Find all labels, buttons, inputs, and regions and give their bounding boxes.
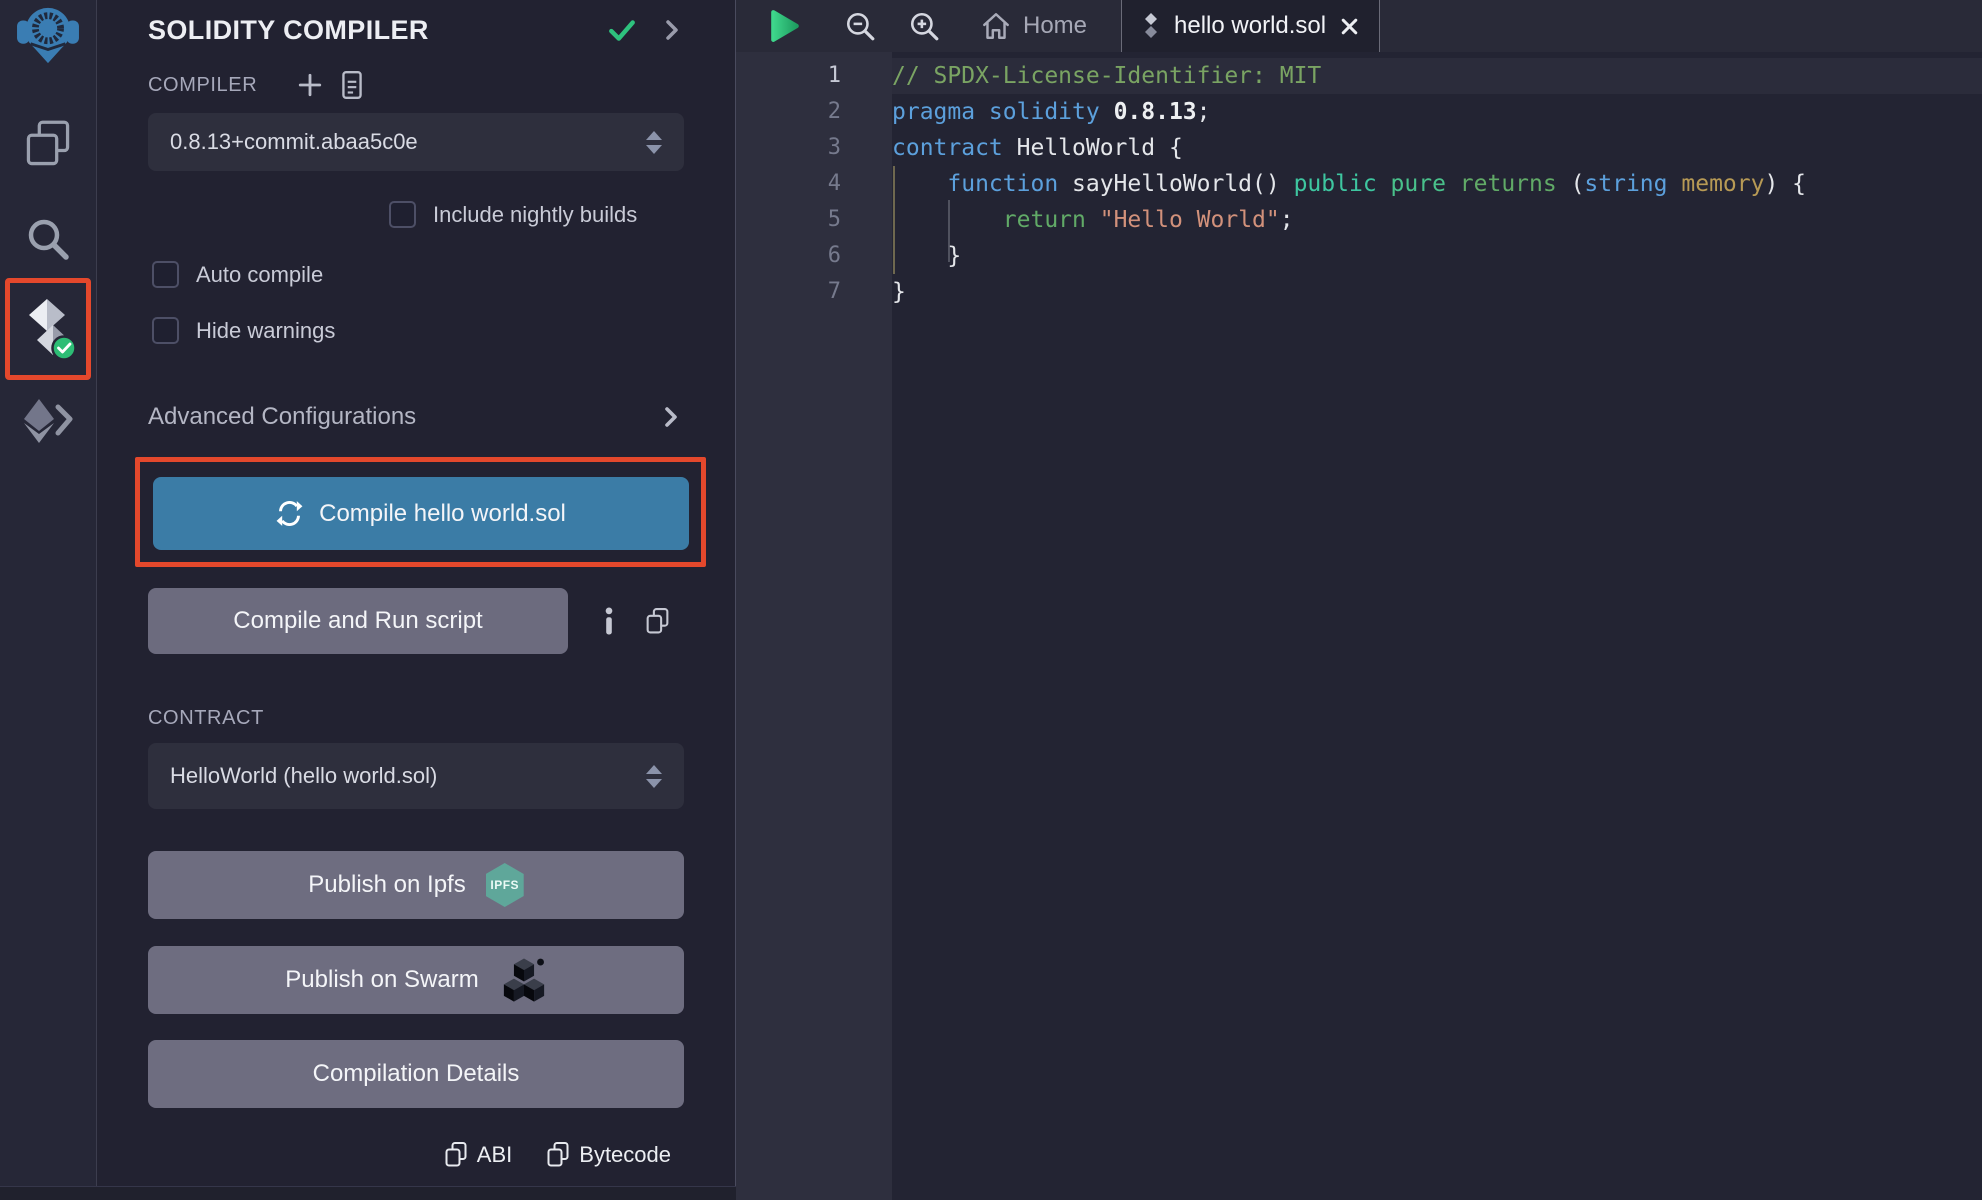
auto-compile-label[interactable]: Auto compile [196, 262, 323, 288]
compile-button[interactable]: Compile hello world.sol [153, 477, 689, 550]
highlight-box-compile-button: Compile hello world.sol [135, 457, 706, 567]
deploy-and-run-icon[interactable] [22, 397, 74, 445]
compilation-details-label: Compilation Details [313, 1060, 520, 1088]
compile-success-check-icon [606, 14, 638, 46]
line-number: 2 [736, 94, 892, 130]
compile-button-label: Compile hello world.sol [319, 500, 566, 528]
config-file-icon[interactable] [339, 70, 365, 100]
refresh-icon [276, 500, 303, 527]
panel-header: SOLIDITY COMPILER [148, 14, 684, 46]
code-lines-wrap[interactable]: // SPDX-License-Identifier: MITpragma so… [892, 52, 1982, 1200]
code-line: function sayHelloWorld() public pure ret… [892, 166, 1982, 202]
compile-and-run-label: Compile and Run script [233, 607, 482, 635]
nightly-builds-checkbox-row[interactable]: Include nightly builds [389, 201, 684, 228]
compiler-label-row: COMPILER [148, 70, 684, 100]
swarm-icon [501, 957, 547, 1003]
code-line: } [892, 274, 1982, 310]
icon-sidebar [0, 0, 97, 1200]
line-number: 3 [736, 130, 892, 166]
editor-area: Home hello world.sol 1234567 // [736, 0, 1982, 1200]
compiler-version-select[interactable]: 0.8.13+commit.abaa5c0e [148, 113, 684, 171]
select-carets-icon [646, 765, 662, 788]
advanced-configurations-label: Advanced Configurations [148, 403, 658, 431]
file-explorer-icon[interactable] [23, 119, 73, 169]
advanced-configurations-row[interactable]: Advanced Configurations [148, 403, 684, 431]
code-line: pragma solidity 0.8.13; [892, 94, 1982, 130]
run-script-play-icon[interactable] [770, 9, 800, 43]
hide-warnings-checkbox-row[interactable]: Hide warnings [152, 317, 684, 344]
editor-tabbar: Home hello world.sol [736, 0, 1982, 52]
code-line: } [892, 238, 1982, 274]
info-icon[interactable] [600, 607, 618, 635]
hide-warnings-label[interactable]: Hide warnings [196, 318, 335, 344]
code-line: return "Hello World"; [892, 202, 1982, 238]
code-editor[interactable]: 1234567 // SPDX-License-Identifier: MITp… [736, 52, 1982, 1200]
ipfs-icon: IPFS [486, 863, 524, 907]
zoom-in-icon[interactable] [908, 10, 940, 42]
compiler-label: COMPILER [148, 74, 257, 97]
panel-bottom-strip [0, 1186, 736, 1200]
remix-ide-window: SOLIDITY COMPILER COMPILER 0.8.13+comm [0, 0, 1982, 1200]
abi-bytecode-row: ABI Bytecode [148, 1141, 684, 1168]
search-icon[interactable] [25, 216, 71, 262]
remix-logo-icon[interactable] [17, 5, 79, 65]
copy-icon [444, 1141, 468, 1168]
publish-ipfs-button[interactable]: Publish on Ipfs IPFS [148, 851, 684, 919]
compile-and-run-button[interactable]: Compile and Run script [148, 588, 568, 654]
code-lines: // SPDX-License-Identifier: MITpragma so… [892, 58, 1982, 310]
copy-icon[interactable] [645, 607, 670, 635]
copy-abi-button[interactable]: ABI [444, 1141, 512, 1168]
nightly-builds-label[interactable]: Include nightly builds [433, 202, 637, 228]
contract-select-value: HelloWorld (hello world.sol) [170, 763, 646, 789]
line-numbers: 1234567 [736, 52, 892, 1200]
panel-title: SOLIDITY COMPILER [148, 15, 606, 46]
copy-bytecode-button[interactable]: Bytecode [546, 1141, 671, 1168]
hide-warnings-checkbox[interactable] [152, 317, 179, 344]
nightly-builds-checkbox[interactable] [389, 201, 416, 228]
contract-label: CONTRACT [148, 707, 684, 730]
tab-home-label: Home [1023, 12, 1087, 40]
tab-hello-world-sol[interactable]: hello world.sol [1121, 0, 1380, 52]
line-number: 7 [736, 274, 892, 310]
compiled-check-badge [53, 337, 76, 360]
code-line: // SPDX-License-Identifier: MIT [892, 58, 1982, 94]
compiler-version-value: 0.8.13+commit.abaa5c0e [170, 129, 646, 155]
add-compiler-icon[interactable] [297, 72, 323, 98]
chevron-right-icon[interactable] [660, 17, 684, 43]
solidity-compiler-panel: SOLIDITY COMPILER COMPILER 0.8.13+comm [97, 0, 736, 1200]
publish-swarm-label: Publish on Swarm [285, 966, 478, 994]
line-number: 5 [736, 202, 892, 238]
publish-ipfs-label: Publish on Ipfs [308, 871, 465, 899]
tab-label: hello world.sol [1174, 12, 1326, 40]
auto-compile-checkbox-row[interactable]: Auto compile [152, 261, 684, 288]
code-line: contract HelloWorld { [892, 130, 1982, 166]
line-number: 1 [736, 58, 892, 94]
chevron-right-icon [658, 404, 684, 430]
copy-icon [546, 1141, 570, 1168]
contract-select[interactable]: HelloWorld (hello world.sol) [148, 743, 684, 809]
line-number: 4 [736, 166, 892, 202]
home-icon [980, 10, 1012, 42]
compile-and-run-row: Compile and Run script [148, 588, 684, 654]
solidity-file-icon [1141, 12, 1161, 40]
tab-home[interactable]: Home [968, 0, 1099, 52]
bytecode-label: Bytecode [579, 1142, 671, 1168]
zoom-out-icon[interactable] [844, 10, 876, 42]
solidity-compiler-icon[interactable] [19, 297, 77, 361]
select-carets-icon [646, 131, 662, 154]
highlight-box-compiler-icon [5, 278, 91, 380]
compilation-details-button[interactable]: Compilation Details [148, 1040, 684, 1108]
publish-swarm-button[interactable]: Publish on Swarm [148, 946, 684, 1014]
auto-compile-checkbox[interactable] [152, 261, 179, 288]
abi-label: ABI [477, 1142, 512, 1168]
close-tab-icon[interactable] [1339, 16, 1360, 37]
line-number: 6 [736, 238, 892, 274]
